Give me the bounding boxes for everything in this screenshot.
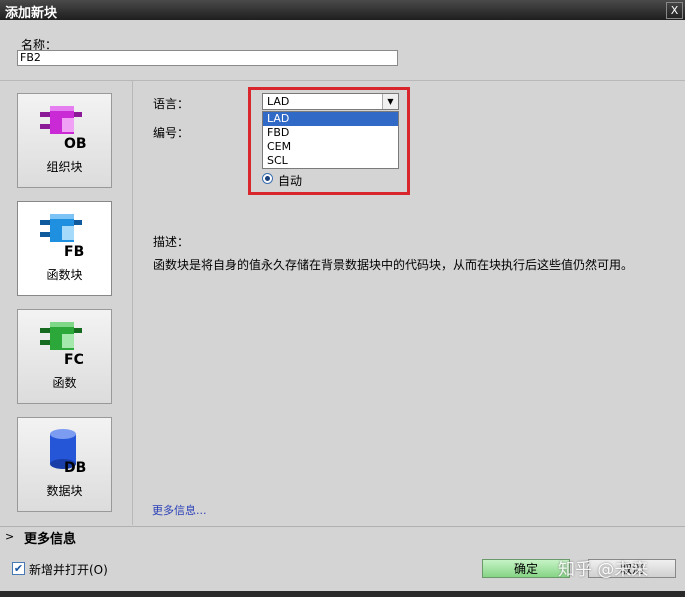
block-settings-pane: 语言： 编号： LAD ▼ LAD FBD CEM SCL 自动 描述： 函数块…	[133, 81, 685, 525]
radio-selected-icon[interactable]	[262, 173, 273, 184]
bottom-strip	[0, 591, 685, 597]
title-bar: 添加新块 X	[0, 0, 685, 21]
chevron-right-icon[interactable]: >	[5, 530, 14, 543]
language-option-lad[interactable]: LAD	[263, 112, 398, 126]
language-option-fbd[interactable]: FBD	[263, 126, 398, 140]
name-section: 名称：	[0, 20, 685, 81]
block-type-label: 组织块	[46, 160, 83, 174]
language-option-scl[interactable]: SCL	[263, 154, 398, 168]
language-dropdown-list: LAD FBD CEM SCL	[262, 111, 399, 169]
ok-button[interactable]: 确定	[482, 559, 570, 578]
language-label: 语言：	[153, 97, 190, 111]
close-icon[interactable]: X	[666, 2, 683, 19]
add-and-open-label: 新增并打开(O)	[29, 563, 108, 577]
more-info-section[interactable]: > 更多信息	[0, 526, 685, 548]
language-selected-value: LAD	[267, 95, 290, 108]
language-option-cem[interactable]: CEM	[263, 140, 398, 154]
more-info-title: 更多信息	[24, 532, 77, 547]
description-label: 描述：	[153, 235, 190, 249]
language-select[interactable]: LAD ▼	[262, 93, 399, 110]
more-info-link[interactable]: 更多信息...	[152, 502, 207, 518]
block-type-label: 函数块	[46, 268, 83, 282]
block-type-fc-button[interactable]: FC 函数	[17, 309, 112, 404]
block-type-label: 数据块	[46, 484, 83, 498]
number-label: 编号：	[153, 126, 190, 140]
block-type-pane: OB 组织块 FB 函数块 FC 函数 DB 数据块	[0, 81, 133, 525]
fb-tag: FB	[64, 244, 84, 258]
block-type-ob-button[interactable]: OB 组织块	[17, 93, 112, 188]
block-type-db-button[interactable]: DB 数据块	[17, 417, 112, 512]
window-title: 添加新块	[5, 6, 58, 21]
number-auto-label: 自动	[278, 174, 303, 188]
block-type-label: 函数	[52, 376, 77, 390]
chevron-down-icon[interactable]: ▼	[382, 94, 398, 109]
watermark-text: 知乎 @未来	[558, 560, 649, 580]
fb-block-icon: FB	[40, 214, 84, 258]
fc-tag: FC	[64, 352, 84, 366]
add-and-open-checkbox[interactable]: ✔	[12, 562, 25, 575]
name-input[interactable]	[17, 50, 398, 66]
ob-tag: OB	[64, 136, 87, 150]
db-block-icon: DB	[50, 429, 86, 474]
fc-block-icon: FC	[40, 322, 84, 366]
block-type-fb-button[interactable]: FB 函数块	[17, 201, 112, 296]
db-tag: DB	[64, 460, 86, 474]
description-text: 函数块是将自身的值永久存储在背景数据块中的代码块，从而在块执行后这些值仍然可用。	[153, 258, 634, 272]
ob-block-icon: OB	[40, 106, 87, 150]
